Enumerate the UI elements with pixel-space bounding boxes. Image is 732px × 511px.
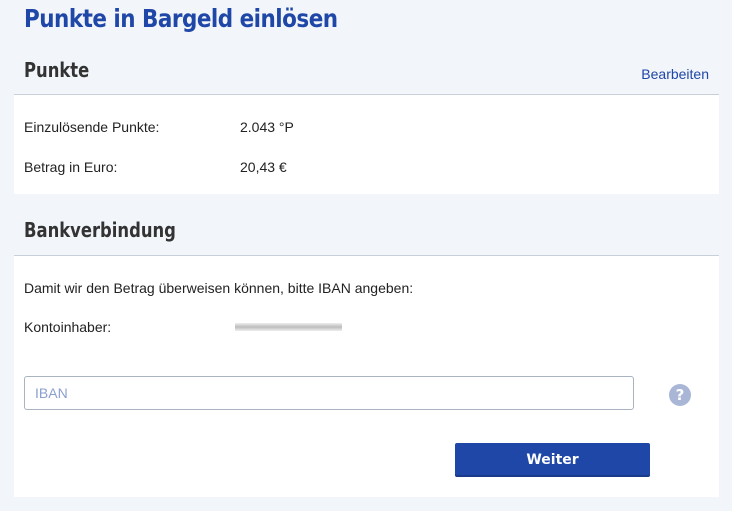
next-button[interactable]: Weiter [455, 443, 650, 477]
page-title: Punkte in Bargeld einlösen [24, 4, 338, 33]
points-card: Einzulösende Punkte: 2.043 °P Betrag in … [14, 94, 719, 194]
bank-card: Damit wir den Betrag überweisen können, … [14, 255, 719, 497]
help-icon[interactable]: ? [669, 384, 691, 406]
amount-euro-value: 20,43 € [240, 159, 287, 175]
amount-euro-label: Betrag in Euro: [24, 159, 118, 175]
edit-link[interactable]: Bearbeiten [641, 66, 709, 82]
iban-input[interactable] [24, 376, 634, 410]
redeem-points-value: 2.043 °P [240, 119, 294, 135]
redeem-points-label: Einzulösende Punkte: [24, 119, 160, 135]
account-holder-value-redacted [235, 323, 342, 331]
iban-instruction: Damit wir den Betrag überweisen können, … [24, 280, 414, 296]
points-section-heading: Punkte [24, 58, 90, 82]
bank-section-heading: Bankverbindung [24, 218, 176, 242]
account-holder-label: Kontoinhaber: [24, 319, 112, 335]
